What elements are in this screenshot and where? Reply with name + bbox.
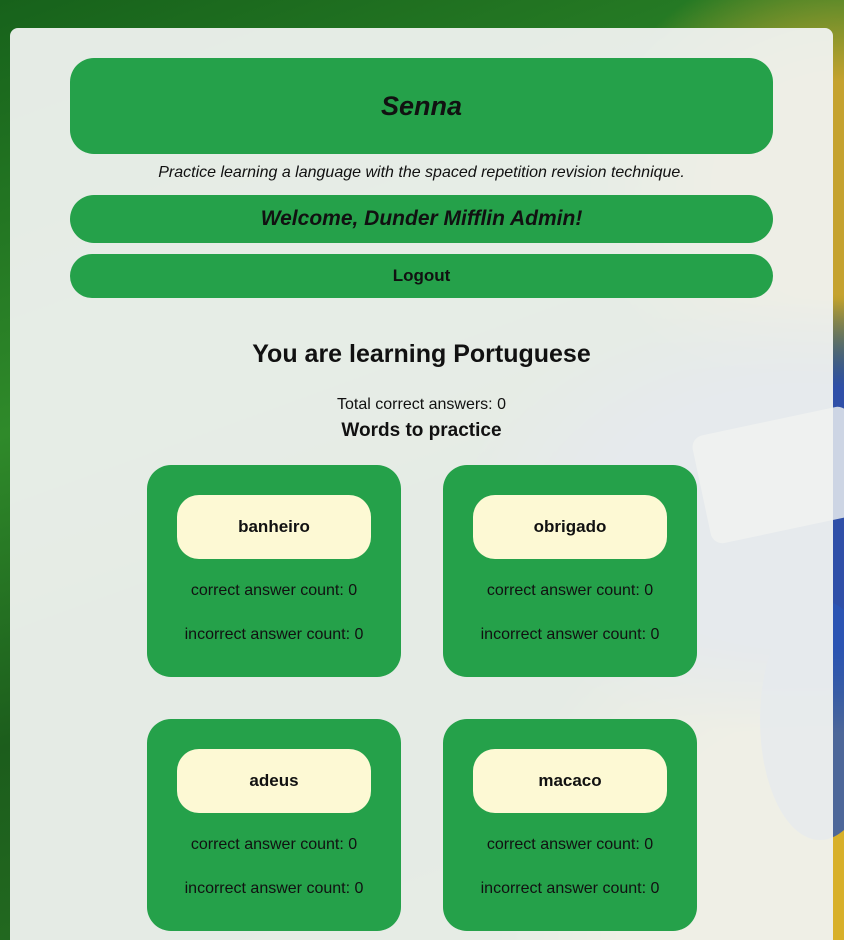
word-button[interactable]: banheiro [177,495,371,559]
correct-count: correct answer count: 0 [486,836,654,853]
correct-count: correct answer count: 0 [190,582,358,599]
word-button[interactable]: adeus [177,749,371,813]
correct-count: correct answer count: 0 [486,582,654,599]
incorrect-count: incorrect answer count: 0 [184,880,364,897]
main-panel: Senna Practice learning a language with … [10,28,833,940]
word-button[interactable]: macaco [473,749,667,813]
word-button[interactable]: obrigado [473,495,667,559]
welcome-text: Welcome, Dunder Mifflin Admin! [260,207,583,230]
word-card: macaco correct answer count: 0 incorrect… [443,719,697,931]
total-correct-answers: Total correct answers: 0 [337,396,506,413]
correct-count: correct answer count: 0 [190,836,358,853]
logout-button[interactable]: Logout [70,254,773,298]
incorrect-count: incorrect answer count: 0 [480,626,660,643]
word-card: adeus correct answer count: 0 incorrect … [147,719,401,931]
app-tagline: Practice learning a language with the sp… [158,164,685,181]
word-card: obrigado correct answer count: 0 incorre… [443,465,697,677]
welcome-banner: Welcome, Dunder Mifflin Admin! [70,195,773,243]
incorrect-count: incorrect answer count: 0 [184,626,364,643]
words-to-practice-heading: Words to practice [341,420,502,441]
incorrect-count: incorrect answer count: 0 [480,880,660,897]
app-title: Senna [380,90,463,121]
app-header: Senna [70,58,773,154]
learning-heading: You are learning Portuguese [252,340,591,368]
word-card: banheiro correct answer count: 0 incorre… [147,465,401,677]
